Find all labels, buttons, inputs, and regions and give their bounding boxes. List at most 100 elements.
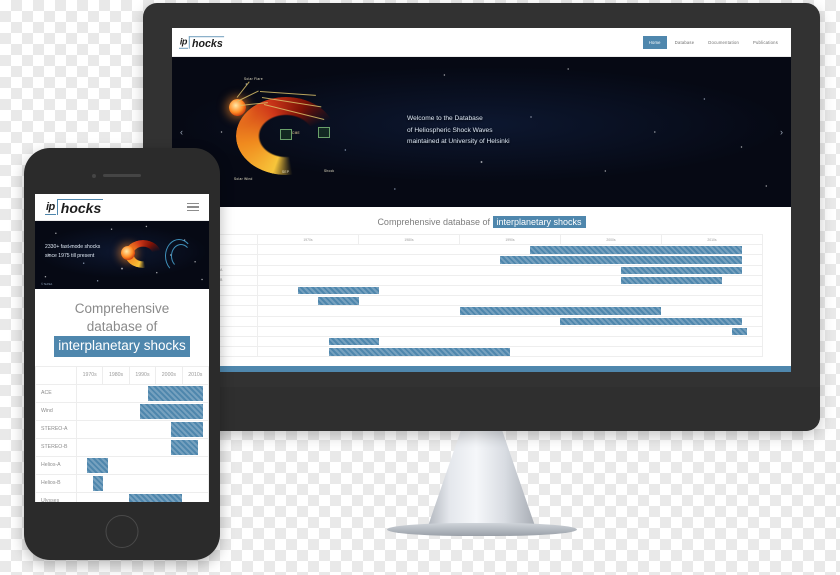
row-bar-cell <box>76 401 209 421</box>
row-bar-cell <box>257 346 763 358</box>
feature-panel: ◔ 2353 shocks The database is updated ev… <box>172 366 791 372</box>
row-bar-cell <box>76 419 209 439</box>
logo-shocks-text: hocks <box>56 199 104 215</box>
coverage-bar <box>92 475 104 491</box>
logo-shocks-text: hocks <box>188 35 225 49</box>
hero-line-2: of Heliospheric Shock Waves <box>407 126 493 134</box>
table-row: Ulysses <box>35 491 209 502</box>
mobile-coverage-table: 1970s 1980s 1990s 2000s 2010s ACE Wind STE… <box>35 365 209 502</box>
table-row: Wind <box>200 254 763 266</box>
hero-banner: Solar Flare CME Shock SEP Solar Wind Wel… <box>172 57 791 207</box>
header-decade-1990s: 1990s <box>128 365 157 385</box>
coverage-bar <box>620 276 722 285</box>
row-bar-cell <box>257 284 763 297</box>
phone-home-button[interactable] <box>105 515 139 548</box>
header-decade-1980s: 1980s <box>358 233 460 246</box>
table-row: STEREO-B <box>35 437 209 457</box>
coverage-bar <box>620 266 742 275</box>
logo-ip-text: ip <box>45 201 56 215</box>
row-label-spacecraft: Ulysses <box>35 491 77 502</box>
table-row: Helios-B <box>200 295 763 307</box>
coverage-bar <box>318 297 359 305</box>
table-row: STEREO-A <box>35 419 209 439</box>
row-bar-cell <box>257 274 763 286</box>
header-decade-1970s: 1970s <box>75 365 104 385</box>
shock-detector-box <box>318 127 330 138</box>
field-line <box>259 91 316 96</box>
coverage-bar <box>459 307 662 315</box>
phone-camera-icon <box>92 174 96 178</box>
header-decade-1990s: 1990s <box>459 233 561 246</box>
mobile-title-line-2: database of <box>86 319 158 335</box>
nav-item-database[interactable]: Database <box>669 36 701 49</box>
phone-speaker <box>103 174 141 177</box>
row-bar-cell <box>76 455 209 475</box>
nav-item-home[interactable]: Home <box>642 35 667 49</box>
table-row: ACE <box>200 244 763 256</box>
mobile-section-title: Comprehensive database of interplanetary… <box>35 289 209 366</box>
row-bar-cell <box>257 295 763 307</box>
row-bar-cell <box>257 305 763 317</box>
site-navbar: ip hocks Home Database Documentation Pub… <box>172 28 791 57</box>
cme-diagram: Solar Flare CME Shock SEP Solar Wind <box>220 71 352 187</box>
sep-detector-box <box>280 129 292 140</box>
coverage-bar <box>147 385 203 401</box>
coverage-bar <box>499 256 742 264</box>
table-row: ACE <box>35 383 209 403</box>
row-bar-cell <box>76 383 209 403</box>
site-logo[interactable]: ip hocks <box>179 35 225 49</box>
hero-line-1: Welcome to the Database <box>407 115 483 122</box>
label-cme: CME <box>292 131 300 135</box>
header-decade-1980s: 1980s <box>102 365 130 385</box>
magnetopause-arc <box>171 244 191 268</box>
magnetosphere-diagram <box>165 235 205 275</box>
cme-diagram <box>117 233 169 275</box>
monitor-stand-neck <box>426 431 537 529</box>
coverage-bar <box>328 348 510 356</box>
row-label-spacecraft: STEREO-A <box>35 419 77 439</box>
label-shock: Shock <box>324 169 335 173</box>
label-solar-flare: Solar Flare <box>244 77 263 81</box>
section-title-prefix: Comprehensive database of <box>377 217 493 227</box>
carousel-prev-arrow-icon[interactable]: ‹ <box>180 127 183 137</box>
header-decade-2000s: 2000s <box>560 233 662 246</box>
hero-line-3: maintained at University of Helsinki <box>407 138 510 146</box>
table-row: Ulysses <box>200 305 763 317</box>
header-decade-2000s: 2000s <box>155 365 183 385</box>
mobile-hero-line-1: 2330+ fast mode shocks <box>45 244 101 250</box>
coverage-bar <box>560 317 742 325</box>
mobile-hero-banner: 2330+ fast mode shocks since 1975 till p… <box>35 221 209 289</box>
hamburger-icon[interactable] <box>187 202 199 212</box>
table-row: IMP8 <box>200 325 763 337</box>
mobile-title-line-1: Comprehensive <box>74 301 170 316</box>
coverage-bar <box>731 327 747 336</box>
coverage-bar <box>139 403 203 419</box>
nav-item-publications[interactable]: Publications <box>747 36 784 49</box>
monitor-screen: ip hocks Home Database Documentation Pub… <box>172 28 791 372</box>
coverage-bar <box>129 493 182 502</box>
table-header-row: 1970s 1980s 1990s 2000s 2010s <box>200 233 763 246</box>
mobile-coverage-table-body: ACE Wind STEREO-A STEREO-B Helios-A Helios-B U… <box>35 383 209 502</box>
table-row: Helios-A <box>200 284 763 297</box>
coverage-bar <box>171 421 203 437</box>
website-desktop: ip hocks Home Database Documentation Pub… <box>172 28 791 372</box>
table-row: STEREO-A <box>200 264 763 276</box>
row-bar-cell <box>76 437 209 457</box>
row-bar-cell <box>257 264 763 276</box>
table-row: Voyager 1 <box>200 335 763 348</box>
table-row: Cluster <box>200 315 763 327</box>
coverage-bar <box>87 457 109 473</box>
label-solar-wind: Solar Wind <box>234 177 253 181</box>
coverage-bar <box>171 439 198 455</box>
row-bar-cell <box>257 315 763 327</box>
desktop-monitor: ip hocks Home Database Documentation Pub… <box>143 3 820 536</box>
row-bar-cell <box>257 335 763 348</box>
header-spacecraft <box>35 365 77 385</box>
nav-item-documentation[interactable]: Documentation <box>702 36 745 49</box>
carousel-next-arrow-icon[interactable]: › <box>780 127 783 137</box>
coverage-table: 1970s 1980s 1990s 2000s 2010s ACEWindSTE… <box>200 233 763 358</box>
table-row: Helios-A <box>35 455 209 475</box>
row-label-spacecraft: ACE <box>35 383 77 403</box>
label-sep: SEP <box>282 170 290 174</box>
mobile-site-logo[interactable]: ip hocks <box>45 199 104 215</box>
